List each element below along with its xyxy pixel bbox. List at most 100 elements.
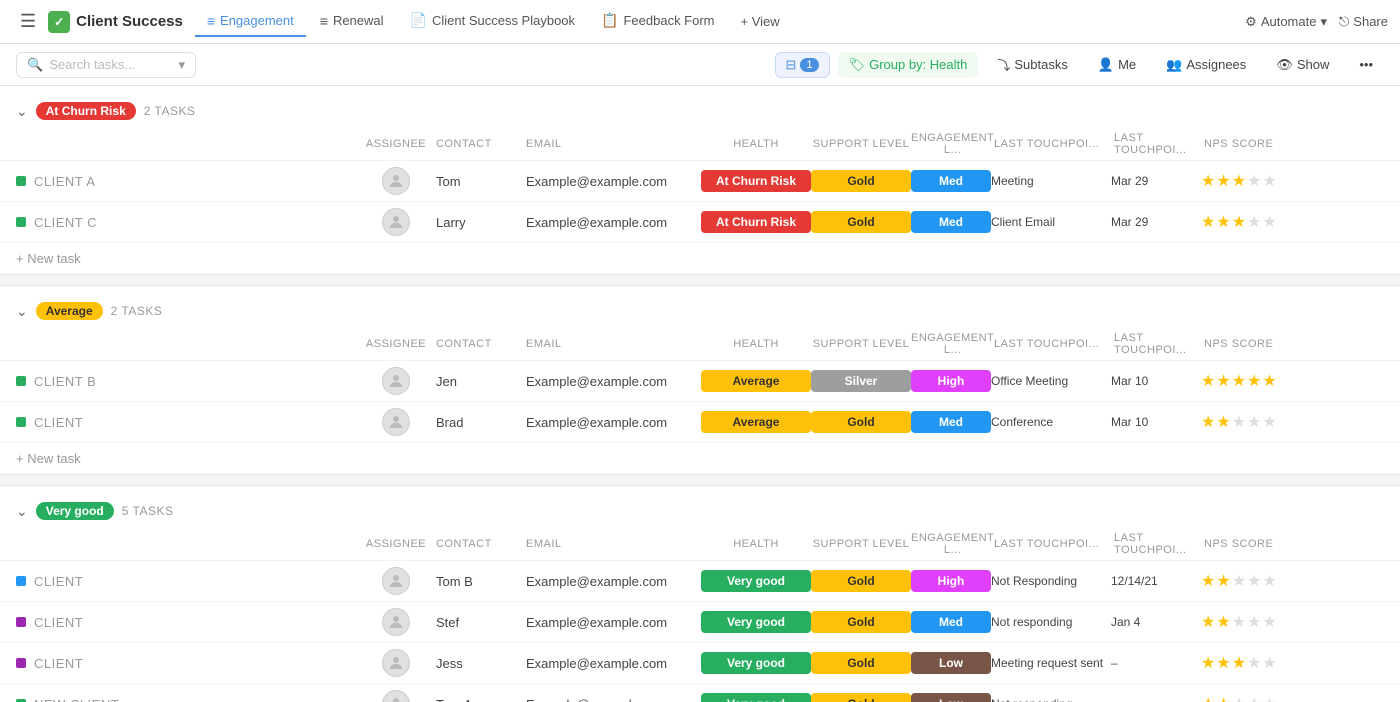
col-header-touchdate: LAST TOUCHPOI... [1114,132,1204,156]
nps-cell: ★★★★★ [1201,171,1341,191]
col-header-contact: CONTACT [436,338,526,350]
table-row[interactable]: Client A Tom Example@example.com At Chur… [0,161,1400,202]
nav-tab-feedback[interactable]: 📋Feedback Form [589,6,726,37]
email-cell: Example@example.com [526,615,701,630]
nps-cell: ★★★★★ [1201,371,1341,391]
nav-tab-playbook[interactable]: 📄Client Success Playbook [398,6,588,37]
health-cell: Very good [701,652,811,674]
avatar [382,567,410,595]
col-header-engagement: ENGAGEMENT L... [911,532,994,556]
star-icon: ★ [1262,412,1276,432]
subtasks-button[interactable]: ⤵ Subtasks [986,50,1079,79]
nps-cell: ★★★★★ [1201,571,1341,591]
column-headers: ASSIGNEE CONTACT EMAIL HEALTH SUPPORT LE… [0,128,1400,161]
nps-cell: ★★★★★ [1201,694,1341,702]
add-view-tab[interactable]: + View [729,8,792,35]
task-name: Client C [16,215,356,230]
task-dot [16,176,26,186]
touchdate-cell: Mar 10 [1111,374,1201,388]
section-count-churn: 2 TASKS [144,104,196,118]
star-icon: ★ [1201,612,1215,632]
support-cell: Gold [811,652,911,674]
star-icon: ★ [1232,212,1246,232]
touchdate-cell: – [1111,697,1201,702]
star-icon: ★ [1247,612,1261,632]
table-row[interactable]: Client B Jen Example@example.com Average… [0,361,1400,402]
task-name: Client [16,656,356,671]
section-count-average: 2 TASKS [111,304,163,318]
star-icon: ★ [1216,212,1230,232]
support-cell: Gold [811,211,911,233]
col-header-touchtype: LAST TOUCHPOI... [994,338,1114,350]
star-icon: ★ [1247,371,1261,391]
table-row[interactable]: New Client Tom A Example@example.com Ver… [0,684,1400,702]
section-churn: ⌄ At Churn Risk 2 TASKS ASSIGNEE CONTACT… [0,86,1400,274]
me-button[interactable]: 👤 Me [1087,52,1147,78]
email-cell: Example@example.com [526,174,701,189]
star-icon: ★ [1232,694,1246,702]
nav-tab-renewal[interactable]: ≡Renewal [308,7,396,37]
star-icon: ★ [1216,694,1230,702]
support-cell: Gold [811,693,911,702]
col-header-touchdate: LAST TOUCHPOI... [1114,332,1204,356]
col-header-health: HEALTH [701,138,811,150]
table-row[interactable]: Client Stef Example@example.com Very goo… [0,602,1400,643]
avatar [382,167,410,195]
new-task-button[interactable]: + New task [0,243,1400,274]
star-icon: ★ [1247,571,1261,591]
group-by-button[interactable]: 🏷 Group by: Health [838,52,979,78]
col-header-nps: NPS SCORE [1204,338,1344,350]
col-header-email: EMAIL [526,338,701,350]
new-task-button[interactable]: + New task [0,443,1400,474]
more-options-button[interactable]: ••• [1348,52,1384,77]
nps-cell: ★★★★★ [1201,653,1341,673]
table-row[interactable]: Client Jess Example@example.com Very goo… [0,643,1400,684]
hamburger-menu[interactable]: ☰ [12,7,44,36]
health-cell: Very good [701,570,811,592]
engagement-cell: Low [911,652,991,674]
section-badge-average: Average [36,302,103,320]
star-icon: ★ [1216,612,1230,632]
touchdate-cell: Mar 29 [1111,174,1201,188]
engagement-cell: High [911,570,991,592]
section-average: ⌄ Average 2 TASKS ASSIGNEE CONTACT EMAIL… [0,286,1400,474]
star-icon: ★ [1216,571,1230,591]
avatar [382,690,410,702]
contact-cell: Tom [436,174,526,189]
contact-cell: Jen [436,374,526,389]
show-button[interactable]: 👁 Show [1265,52,1340,78]
section-header-verygood: ⌄ Very good 5 TASKS [0,486,1400,528]
section-toggle-average[interactable]: ⌄ [16,303,28,320]
engagement-cell: Med [911,211,991,233]
contact-cell: Larry [436,215,526,230]
main-content: ⌄ At Churn Risk 2 TASKS ASSIGNEE CONTACT… [0,86,1400,702]
star-icon: ★ [1262,371,1276,391]
share-button[interactable]: ⎋ Share [1339,14,1388,30]
filter-button[interactable]: ⊟ 1 [775,52,830,78]
automate-button[interactable]: ⚙ Automate ▾ [1245,14,1327,30]
star-icon: ★ [1247,694,1261,702]
star-icon: ★ [1262,694,1276,702]
table-row[interactable]: Client C Larry Example@example.com At Ch… [0,202,1400,243]
assignee-cell [356,408,436,436]
col-header-email: EMAIL [526,538,701,550]
task-name: Client [16,574,356,589]
col-header-nps: NPS SCORE [1204,138,1344,150]
table-row[interactable]: Client Tom B Example@example.com Very go… [0,561,1400,602]
col-header-assignee: ASSIGNEE [356,138,436,150]
health-cell: Very good [701,611,811,633]
table-row[interactable]: Client Brad Example@example.com Average … [0,402,1400,443]
search-icon: 🔍 [27,57,43,73]
touchtype-cell: Not responding [991,697,1111,702]
nav-tab-engagement[interactable]: ≡Engagement [195,7,306,37]
col-header-touchtype: LAST TOUCHPOI... [994,538,1114,550]
section-toggle-churn[interactable]: ⌄ [16,103,28,120]
assignees-button[interactable]: 👥 Assignees [1155,52,1257,78]
star-icon: ★ [1232,653,1246,673]
search-box[interactable]: 🔍 Search tasks... ▾ [16,52,196,78]
assignees-icon: 👥 [1166,57,1182,73]
col-header-nps: NPS SCORE [1204,538,1344,550]
section-toggle-verygood[interactable]: ⌄ [16,503,28,520]
task-name: New Client [16,697,356,702]
contact-cell: Tom B [436,574,526,589]
